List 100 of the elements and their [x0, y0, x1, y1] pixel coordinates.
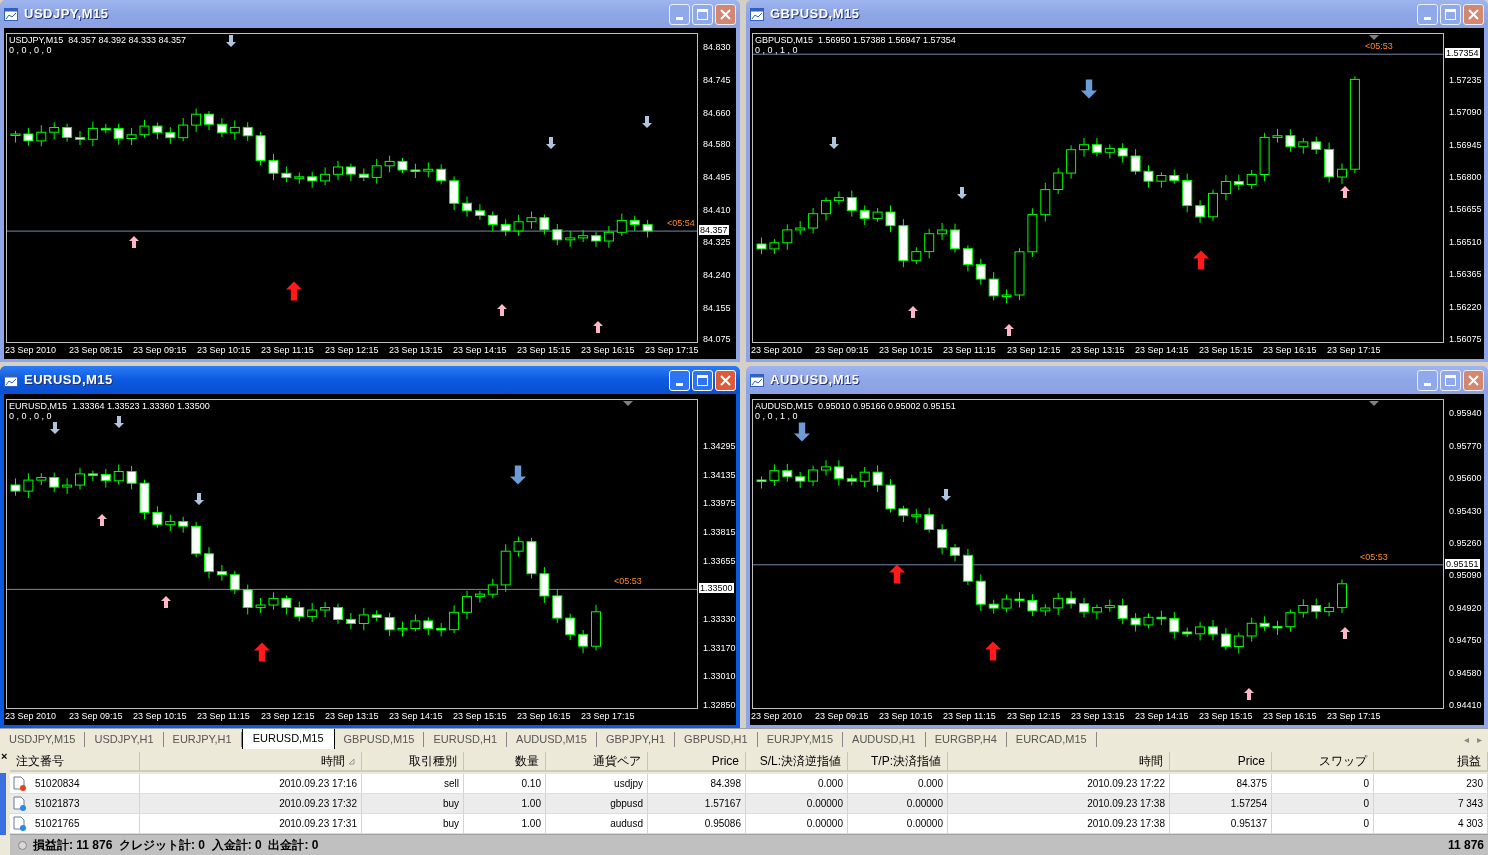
column-header[interactable]: 時間 — [948, 752, 1170, 772]
price-tick-label: 1.56220 — [1448, 301, 1482, 312]
table-cell-text: 0.10 — [521, 777, 541, 791]
table-cell-text: 84.375 — [1236, 777, 1267, 791]
time-label: 23 Sep 12:15 — [1007, 344, 1062, 358]
time-label: 23 Sep 15:15 — [1199, 344, 1254, 358]
price-tick-label: 0.95940 — [1448, 408, 1482, 419]
time-label: 23 Sep 10:15 — [133, 710, 188, 724]
column-header[interactable]: S/L:決済逆指値 — [746, 752, 848, 772]
symbol-header: GBPUSD,M15 1.56950 1.57388 1.56947 1.57354 — [755, 35, 956, 45]
price-tick-label: 1.57235 — [1448, 74, 1482, 85]
column-header[interactable]: T/P:決済指値 — [848, 752, 948, 772]
time-label: 23 Sep 13:15 — [325, 710, 380, 724]
time-label: 23 Sep 17:15 — [1327, 710, 1382, 724]
time-label: 23 Sep 08:15 — [69, 344, 124, 358]
column-header[interactable]: 数量 — [464, 752, 546, 772]
price-tick-label: 84.660 — [702, 108, 731, 119]
chart-tab[interactable]: GBPUSD,H1 — [675, 731, 758, 747]
price-tick-label: 84.325 — [702, 237, 731, 248]
chart-tab[interactable]: AUDUSD,M15 — [507, 731, 597, 747]
time-label: 23 Sep 14:15 — [1135, 344, 1190, 358]
time-label: 23 Sep 17:15 — [581, 710, 636, 724]
price-tick-label: 0.95260 — [1448, 538, 1482, 548]
close-button[interactable]: × — [0, 749, 10, 763]
table-cell-text: 2010.09.23 17:38 — [1087, 817, 1165, 831]
column-header[interactable]: 注文番号 — [10, 752, 140, 772]
bar-countdown: <05:53 — [1365, 41, 1393, 52]
column-header[interactable]: 取引種別 — [362, 752, 464, 772]
table-cell-text: 2010.09.23 17:32 — [279, 797, 357, 811]
table-cell-text: 1.57254 — [1230, 797, 1267, 811]
price-tick-label: 84.830 — [702, 42, 731, 53]
current-price-label: 1.57354 — [1445, 48, 1480, 59]
price-tick-label: 0.94750 — [1448, 635, 1482, 646]
time-label: 23 Sep 2010 — [5, 344, 58, 358]
chart-tab[interactable]: GBPJPY,H1 — [596, 731, 676, 747]
current-price-label: 1.33500 — [699, 583, 734, 594]
price-tick-label: 0.94920 — [1448, 602, 1482, 613]
current-price-label: 84.357 — [699, 225, 729, 236]
table-cell-text: 2010.09.23 17:38 — [1087, 797, 1165, 811]
price-tick-label: 84.580 — [702, 139, 731, 149]
table-cell-text: gbpusd — [610, 797, 643, 811]
price-tick-label: 1.34135 — [702, 469, 736, 480]
column-header[interactable]: 損益 — [1374, 752, 1488, 772]
table-cell-text: 0.00000 — [906, 817, 943, 831]
column-header[interactable]: Price — [648, 752, 746, 772]
summary-text: 損益計: 11 876 クレジット計: 0 入金計: 0 出金計: 0 — [33, 837, 319, 854]
time-label: 23 Sep 12:15 — [1007, 710, 1062, 724]
window-title: EURUSD,M15 — [24, 371, 113, 390]
time-label: 23 Sep 09:15 — [815, 344, 870, 358]
price-tick-label: 0.95090 — [1448, 570, 1482, 581]
price-tick-label: 1.33975 — [702, 498, 736, 509]
bar-countdown: <05:54 — [667, 218, 695, 229]
chart-tab[interactable]: USDJPY,M15 — [0, 731, 86, 747]
indicator-values: 0 , 0 , 1 , 0 — [755, 45, 798, 55]
table-cell-text: buy — [442, 817, 459, 831]
time-label: 23 Sep 11:15 — [943, 710, 997, 724]
price-tick-label: 84.410 — [702, 204, 731, 215]
column-header[interactable]: 時間 — [140, 752, 362, 772]
time-label: 23 Sep 13:15 — [1071, 710, 1126, 724]
price-tick-label: 1.56365 — [1448, 269, 1482, 280]
table-cell-text: 0 — [1363, 817, 1369, 831]
price-tick-label: 1.56655 — [1448, 204, 1482, 215]
price-tick-label: 1.33330 — [702, 613, 736, 624]
chart-tab[interactable]: EURCAD,M15 — [1006, 731, 1097, 747]
table-cell-text: 1.00 — [521, 817, 541, 831]
table-cell-text: 2010.09.23 17:31 — [279, 817, 357, 831]
price-tick-label: 1.56945 — [1448, 139, 1482, 150]
time-label: 23 Sep 16:15 — [581, 344, 636, 358]
table-cell-text: 230 — [1466, 777, 1483, 791]
chart-tab[interactable]: EURGBP,H4 — [925, 731, 1007, 747]
chart-tab[interactable]: AUDUSD,H1 — [843, 731, 926, 747]
chart-tab[interactable]: EURJPY,M15 — [757, 731, 844, 747]
column-header[interactable]: Price — [1170, 752, 1272, 772]
price-tick-label: 1.33010 — [702, 671, 736, 682]
column-header[interactable]: スワップ — [1272, 752, 1374, 772]
chart-tab[interactable]: USDJPY,H1 — [85, 731, 164, 747]
column-header[interactable]: 通貨ペア — [546, 752, 648, 772]
table-cell-text: 7 343 — [1457, 797, 1483, 811]
time-label: 23 Sep 15:15 — [453, 710, 508, 724]
chart-tab[interactable]: GBPUSD,M15 — [334, 731, 425, 747]
table-cell-text: 0.000 — [817, 777, 843, 791]
chart-tab[interactable]: EURJPY,H1 — [163, 731, 242, 747]
table-cell-text: 2010.09.23 17:22 — [1087, 777, 1165, 791]
time-label: 23 Sep 11:15 — [943, 344, 997, 358]
time-label: 23 Sep 17:15 — [1327, 344, 1382, 358]
chart-tab[interactable]: EURUSD,M15 — [241, 728, 335, 750]
price-tick-label: 1.56800 — [1448, 172, 1482, 182]
indicator-values: 0 , 0 , 0 , 0 — [9, 45, 52, 55]
table-cell-text: audusd — [610, 817, 643, 831]
time-label: 23 Sep 11:15 — [197, 710, 251, 724]
window-title: USDJPY,M15 — [24, 5, 109, 24]
price-tick-label: 1.33815 — [702, 526, 736, 537]
time-label: 23 Sep 09:15 — [133, 344, 188, 358]
chart-tab[interactable]: EURUSD,H1 — [424, 731, 508, 747]
price-tick-label: 1.33170 — [702, 642, 736, 653]
bar-countdown: <05:53 — [614, 576, 642, 587]
time-label: 23 Sep 09:15 — [815, 710, 870, 724]
price-tick-label: 84.240 — [702, 270, 731, 281]
price-tick-label: 0.94580 — [1448, 667, 1482, 678]
table-cell-text: 0.000 — [917, 777, 943, 791]
